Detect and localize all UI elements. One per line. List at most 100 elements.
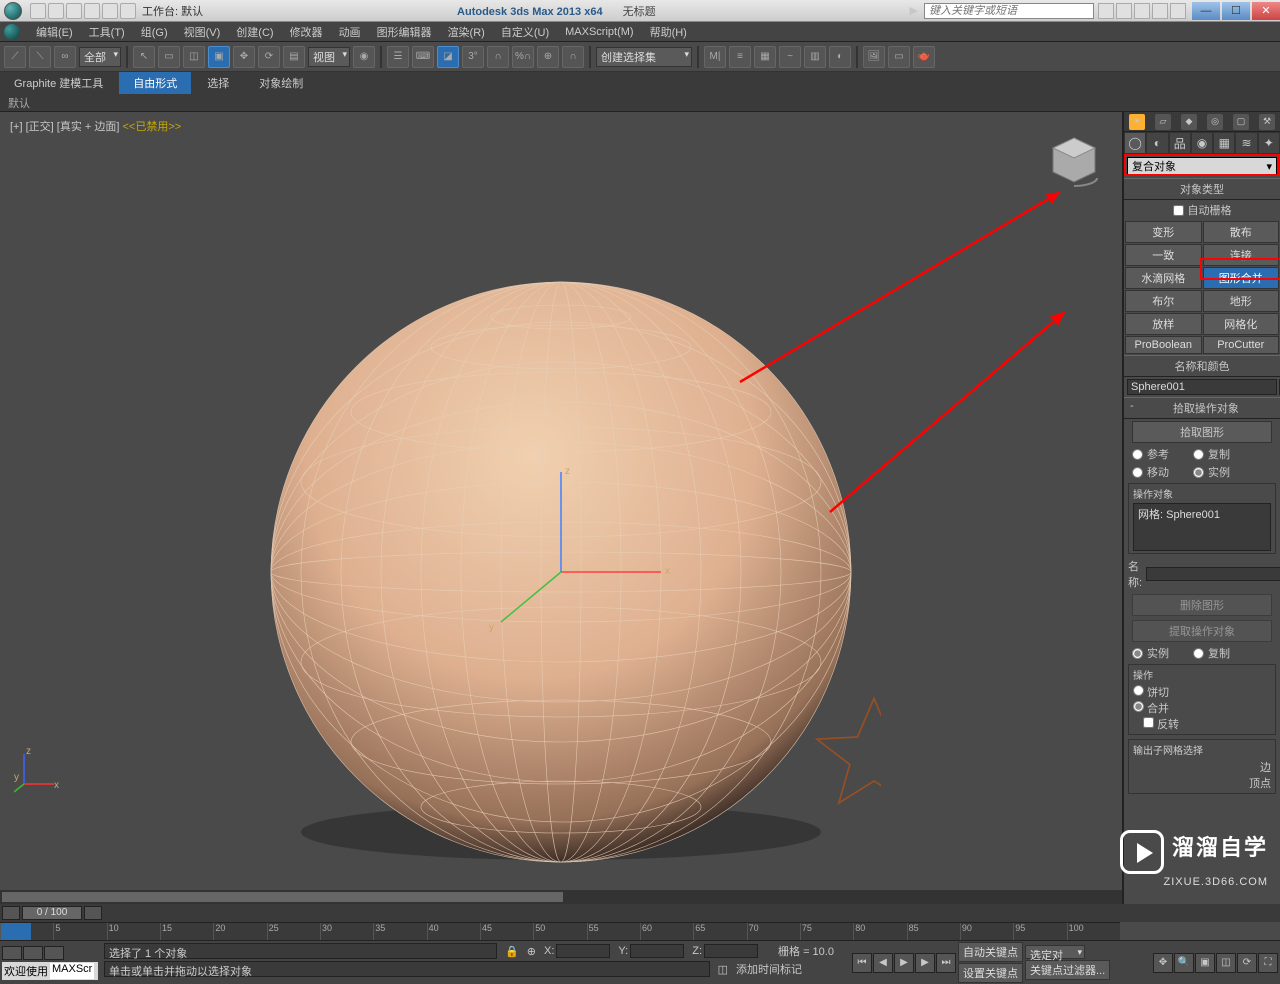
menu-views[interactable]: 视图(V) (176, 22, 229, 42)
hammer-icon[interactable]: ⚒ (1259, 114, 1275, 130)
favorites-icon[interactable] (1152, 3, 1168, 19)
prev-key-icon[interactable] (2, 906, 20, 920)
layers-icon[interactable]: ▦ (754, 46, 776, 68)
coord-y-input[interactable] (630, 944, 684, 958)
bind-icon[interactable]: ∞ (54, 46, 76, 68)
window-minimize-button[interactable]: — (1192, 2, 1220, 20)
goto-start-icon[interactable]: ⏮ (852, 953, 872, 973)
btn-mesher[interactable]: 网格化 (1203, 313, 1280, 335)
help-icon[interactable] (1170, 3, 1186, 19)
sphere-object[interactable]: z x y (241, 152, 881, 872)
btn-procutter[interactable]: ProCutter (1203, 336, 1280, 354)
named-selection-combo[interactable]: 创建选择集 (596, 47, 692, 67)
menu-create[interactable]: 创建(C) (228, 22, 281, 42)
auto-grid-checkbox[interactable] (1173, 205, 1184, 216)
play-icon[interactable]: ▶ (894, 953, 914, 973)
next-key-icon[interactable] (84, 906, 102, 920)
infocenter-arrow-icon[interactable]: ▶ (910, 4, 918, 17)
nav-maximize-icon[interactable]: ⛶ (1258, 953, 1278, 973)
exchange-icon[interactable] (1134, 3, 1150, 19)
selection-filter-combo[interactable]: 全部 (79, 47, 121, 67)
qat-save-icon[interactable] (66, 3, 82, 19)
material-editor-icon[interactable]: ◐ (829, 46, 851, 68)
sun-icon[interactable]: ☀ (1129, 114, 1145, 130)
viewport[interactable]: [+] [正交] [真实 + 边面] <<已禁用>> (0, 112, 1123, 904)
setkey-button[interactable]: 设置关键点 (958, 963, 1023, 983)
coord-mode-icon[interactable]: ⊕ (527, 945, 536, 958)
key-filters-button[interactable]: 关键点过滤器... (1025, 960, 1110, 980)
window-close-button[interactable]: ✕ (1252, 2, 1280, 20)
btn-connect[interactable]: 连接 (1203, 244, 1280, 266)
next-frame-icon[interactable]: ▶ (915, 953, 935, 973)
coord-x-input[interactable] (556, 944, 610, 958)
btn-boolean[interactable]: 布尔 (1125, 290, 1202, 312)
nav-orbit-icon[interactable]: ⟳ (1237, 953, 1257, 973)
schematic-icon[interactable]: ▥ (804, 46, 826, 68)
menu-group[interactable]: 组(G) (133, 22, 176, 42)
lights-icon[interactable]: ◆ (1181, 114, 1197, 130)
window-crossing-icon[interactable]: ▣ (208, 46, 230, 68)
coord-z-input[interactable] (704, 944, 758, 958)
time-slider[interactable]: 0 / 100 (0, 904, 1280, 922)
render-icon2[interactable]: ◎ (1207, 114, 1223, 130)
select-icon[interactable]: ↖ (133, 46, 155, 68)
lock-icon[interactable]: 🔒 (505, 945, 519, 958)
radio-move[interactable] (1132, 467, 1143, 478)
menu-help[interactable]: 帮助(H) (642, 22, 695, 42)
maxscript-label[interactable]: MAXScr (50, 963, 94, 979)
time-slider-handle[interactable]: 0 / 100 (22, 906, 82, 920)
qat-link-icon[interactable] (120, 3, 136, 19)
tab-selection[interactable]: 选择 (193, 72, 243, 94)
extract-operand-button[interactable]: 提取操作对象 (1132, 620, 1272, 642)
scale-icon[interactable]: ▤ (283, 46, 305, 68)
prev-frame-icon[interactable]: ◀ (873, 953, 893, 973)
mini-macro-icon[interactable] (44, 946, 64, 960)
percent-snap-icon[interactable]: ∩ (487, 46, 509, 68)
menu-tools[interactable]: 工具(T) (81, 22, 133, 42)
operand-name-input[interactable] (1146, 567, 1280, 581)
display-icon[interactable]: ▢ (1233, 114, 1249, 130)
btn-terrain[interactable]: 地形 (1203, 290, 1280, 312)
tab-freeform[interactable]: 自由形式 (119, 72, 191, 94)
qat-open-icon[interactable] (48, 3, 64, 19)
invert-checkbox[interactable] (1143, 717, 1154, 728)
viewport-scrollbar[interactable] (0, 890, 1122, 904)
menu-maxscript[interactable]: MAXScript(M) (557, 24, 641, 40)
qat-redo-icon[interactable] (102, 3, 118, 19)
operands-list[interactable]: 网格: Sphere001 (1133, 503, 1271, 551)
axis-snap-icon[interactable]: ⊕ (537, 46, 559, 68)
snap-toggle-icon[interactable]: ◪ (437, 46, 459, 68)
keyboard-shortcut-icon[interactable]: ⌨ (412, 46, 434, 68)
render-icon[interactable]: 🫖 (913, 46, 935, 68)
category-dropdown[interactable]: 复合对象 (1127, 157, 1277, 175)
spinner-snap-icon[interactable]: %∩ (512, 46, 534, 68)
tab-extra-icon[interactable]: ✦ (1258, 132, 1280, 154)
rotate-icon[interactable]: ⟳ (258, 46, 280, 68)
edit-selection-icon[interactable]: ∩ (562, 46, 584, 68)
menu-edit[interactable]: 编辑(E) (28, 22, 81, 42)
tab-display-icon[interactable]: ▦ (1213, 132, 1235, 154)
radio-instance2[interactable] (1132, 648, 1143, 659)
btn-scatter[interactable]: 散布 (1203, 221, 1280, 243)
nav-zoomext-icon[interactable]: ▣ (1195, 953, 1215, 973)
radio-reference[interactable] (1132, 449, 1143, 460)
tab-modify-icon[interactable]: ◐ (1146, 132, 1168, 154)
radio-copy[interactable] (1193, 449, 1204, 460)
nav-fov-icon[interactable]: ◫ (1216, 953, 1236, 973)
mirror-icon[interactable]: M| (704, 46, 726, 68)
tab-paint[interactable]: 对象绘制 (245, 72, 317, 94)
app-menu-icon[interactable] (4, 24, 20, 40)
btn-loft[interactable]: 放样 (1125, 313, 1202, 335)
time-tag-label[interactable]: 添加时间标记 (736, 961, 846, 977)
viewcube-icon[interactable] (1047, 134, 1102, 189)
curve-editor-icon[interactable]: ~ (779, 46, 801, 68)
menu-customize[interactable]: 自定义(U) (493, 22, 557, 42)
move-icon[interactable]: ✥ (233, 46, 255, 68)
btn-blobmesh[interactable]: 水滴网格 (1125, 267, 1202, 289)
object-name-input[interactable] (1127, 379, 1277, 395)
menu-rendering[interactable]: 渲染(R) (440, 22, 493, 42)
tab-motion-icon[interactable]: ◉ (1191, 132, 1213, 154)
tab-graphite[interactable]: Graphite 建模工具 (0, 72, 117, 94)
search-input[interactable] (924, 3, 1094, 19)
qat-new-icon[interactable] (30, 3, 46, 19)
